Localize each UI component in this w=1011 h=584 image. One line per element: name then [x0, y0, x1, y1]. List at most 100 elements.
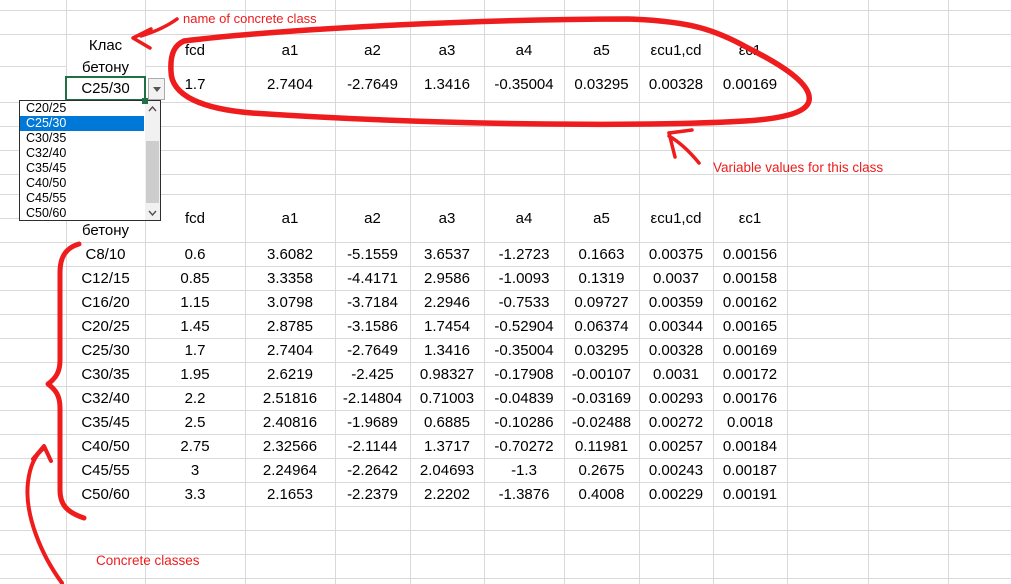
value-cell[interactable]: -3.1586: [335, 314, 410, 338]
column-header[interactable]: εcu1,cd: [639, 34, 713, 66]
column-header[interactable]: a4: [484, 194, 564, 242]
class-cell[interactable]: C40/50: [66, 434, 145, 458]
value-cell[interactable]: 0.6885: [410, 410, 484, 434]
value-cell[interactable]: -1.2723: [484, 242, 564, 266]
column-header[interactable]: εc1: [713, 194, 787, 242]
value-cell[interactable]: -0.10286: [484, 410, 564, 434]
dropdown-item[interactable]: C50/60: [20, 205, 144, 220]
column-header[interactable]: a3: [410, 34, 484, 66]
value-cell[interactable]: -0.70272: [484, 434, 564, 458]
dropdown-item[interactable]: C45/55: [20, 190, 144, 205]
value-cell[interactable]: -0.7533: [484, 290, 564, 314]
value-cell[interactable]: -0.02488: [564, 410, 639, 434]
value-cell[interactable]: 0.00184: [713, 434, 787, 458]
value-cell[interactable]: 1.95: [145, 362, 245, 386]
value-cell[interactable]: 2.2202: [410, 482, 484, 506]
value-cell[interactable]: 1.3416: [410, 338, 484, 362]
value-cell[interactable]: -2.14804: [335, 386, 410, 410]
value-cell[interactable]: 2.1653: [245, 482, 335, 506]
value-cell[interactable]: 0.00191: [713, 482, 787, 506]
value-cell[interactable]: -4.4171: [335, 266, 410, 290]
value-cell[interactable]: 0.11981: [564, 434, 639, 458]
value-cell[interactable]: -3.7184: [335, 290, 410, 314]
value-cell[interactable]: 1.7: [145, 338, 245, 362]
value-cell[interactable]: 0.00293: [639, 386, 713, 410]
value-cell[interactable]: 2.51816: [245, 386, 335, 410]
column-header[interactable]: a3: [410, 194, 484, 242]
value-cell[interactable]: 1.15: [145, 290, 245, 314]
value-cell[interactable]: 0.1319: [564, 266, 639, 290]
value-cell[interactable]: -1.0093: [484, 266, 564, 290]
value-cell[interactable]: 3.3358: [245, 266, 335, 290]
value-cell[interactable]: 0.1663: [564, 242, 639, 266]
value-cell[interactable]: 2.75: [145, 434, 245, 458]
value-cell[interactable]: 3.3: [145, 482, 245, 506]
class-cell[interactable]: C25/30: [66, 338, 145, 362]
value-cell[interactable]: -0.03169: [564, 386, 639, 410]
column-header[interactable]: a5: [564, 194, 639, 242]
value-cell[interactable]: 0.00375: [639, 242, 713, 266]
value-cell[interactable]: 1.3717: [410, 434, 484, 458]
dropdown-item[interactable]: C32/40: [20, 146, 144, 161]
value-cell[interactable]: 0.00344: [639, 314, 713, 338]
value-cell[interactable]: 0.00243: [639, 458, 713, 482]
column-header[interactable]: a5: [564, 34, 639, 66]
value-cell[interactable]: 2.7404: [245, 338, 335, 362]
value-cell[interactable]: 0.00169: [713, 338, 787, 362]
class-cell[interactable]: C16/20: [66, 290, 145, 314]
value-cell[interactable]: -2.2379: [335, 482, 410, 506]
value-cell[interactable]: -2.2642: [335, 458, 410, 482]
value-cell[interactable]: -0.17908: [484, 362, 564, 386]
value-cell[interactable]: 0.0031: [639, 362, 713, 386]
value-cell[interactable]: 3.6082: [245, 242, 335, 266]
class-cell[interactable]: C30/35: [66, 362, 145, 386]
value-cell[interactable]: 0.00156: [713, 242, 787, 266]
value-cell[interactable]: 0.00162: [713, 290, 787, 314]
class-cell[interactable]: C45/55: [66, 458, 145, 482]
dropdown-item[interactable]: C30/35: [20, 131, 144, 146]
dropdown-button[interactable]: [148, 78, 165, 100]
fill-handle[interactable]: [142, 98, 148, 104]
value-cell[interactable]: -0.00107: [564, 362, 639, 386]
value-cell[interactable]: -2.425: [335, 362, 410, 386]
value-cell[interactable]: -0.04839: [484, 386, 564, 410]
value-cell[interactable]: -0.35004: [484, 338, 564, 362]
value-cell[interactable]: 0.85: [145, 266, 245, 290]
value-cell[interactable]: -5.1559: [335, 242, 410, 266]
column-header[interactable]: fcd: [145, 34, 245, 66]
column-header[interactable]: a2: [335, 194, 410, 242]
value-cell[interactable]: 2.5: [145, 410, 245, 434]
value-cell[interactable]: -0.52904: [484, 314, 564, 338]
value-cell[interactable]: 0.00257: [639, 434, 713, 458]
value-cell[interactable]: 0.06374: [564, 314, 639, 338]
scroll-down-icon[interactable]: [145, 205, 160, 220]
class-cell[interactable]: C12/15: [66, 266, 145, 290]
value-cell[interactable]: -1.9689: [335, 410, 410, 434]
dropdown-scrollbar[interactable]: [145, 101, 160, 220]
dropdown-item[interactable]: C20/25: [20, 101, 144, 116]
value-cell[interactable]: -2.7649: [335, 66, 410, 102]
value-cell[interactable]: 0.98327: [410, 362, 484, 386]
selected-class-cell[interactable]: C25/30: [65, 76, 146, 101]
value-cell[interactable]: 2.9586: [410, 266, 484, 290]
class-cell[interactable]: C20/25: [66, 314, 145, 338]
value-cell[interactable]: 0.2675: [564, 458, 639, 482]
value-cell[interactable]: 0.09727: [564, 290, 639, 314]
value-cell[interactable]: 0.00229: [639, 482, 713, 506]
value-cell[interactable]: 0.00176: [713, 386, 787, 410]
dropdown-item[interactable]: C25/30: [20, 116, 144, 131]
class-cell[interactable]: C50/60: [66, 482, 145, 506]
value-cell[interactable]: 2.24964: [245, 458, 335, 482]
value-cell[interactable]: -2.7649: [335, 338, 410, 362]
value-cell[interactable]: 3.6537: [410, 242, 484, 266]
class-cell[interactable]: C8/10: [66, 242, 145, 266]
column-header[interactable]: a1: [245, 34, 335, 66]
column-header[interactable]: a1: [245, 194, 335, 242]
column-header[interactable]: εc1: [713, 34, 787, 66]
scrollbar-thumb[interactable]: [146, 141, 159, 203]
value-cell[interactable]: 1.3416: [410, 66, 484, 102]
value-cell[interactable]: 2.7404: [245, 66, 335, 102]
value-cell[interactable]: 2.40816: [245, 410, 335, 434]
column-header[interactable]: a4: [484, 34, 564, 66]
value-cell[interactable]: 0.0037: [639, 266, 713, 290]
